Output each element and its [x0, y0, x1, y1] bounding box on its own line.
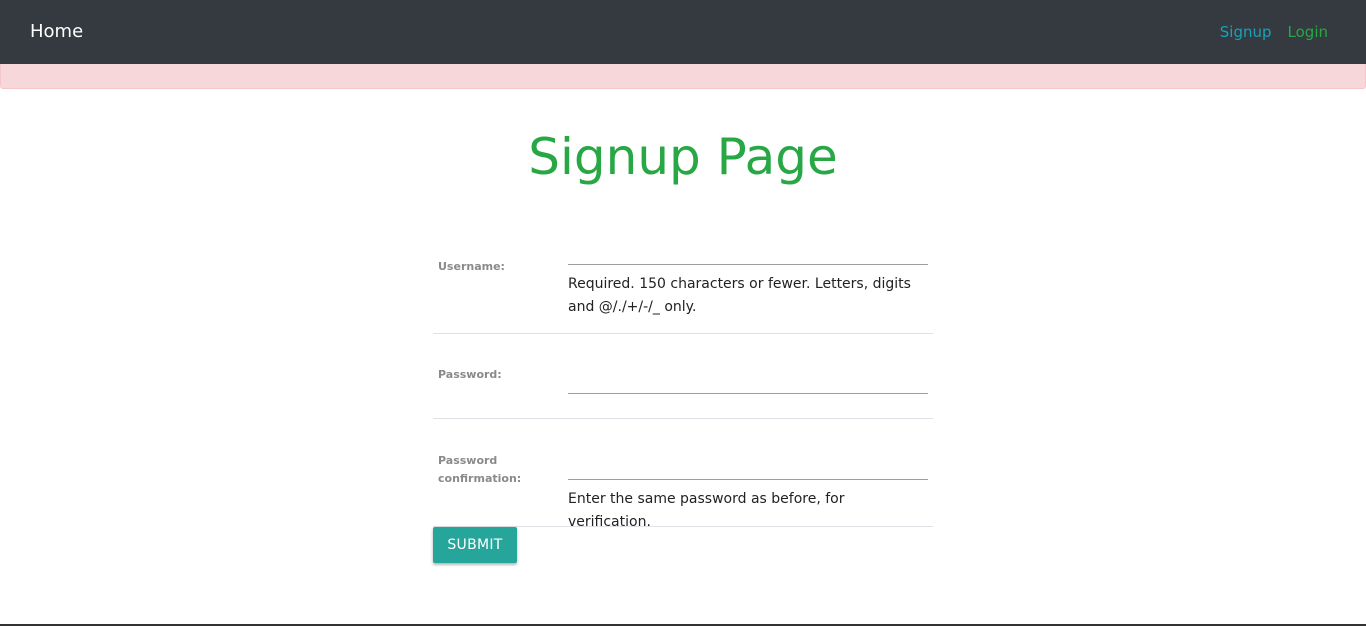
password-confirmation-help-text: Enter the same password as before, for v…	[568, 491, 845, 530]
nav-links: Signup Login	[1220, 22, 1328, 42]
home-link[interactable]: Home	[30, 20, 83, 44]
password-confirmation-input[interactable]	[568, 456, 928, 480]
username-help-text: Required. 150 characters or fewer. Lette…	[568, 276, 911, 315]
password-label: Password:	[438, 368, 502, 381]
page-title: Signup Page	[528, 128, 838, 186]
submit-button[interactable]: SUBMIT	[433, 527, 517, 563]
top-navbar: Home Signup Login	[0, 0, 1366, 64]
username-input[interactable]	[568, 241, 928, 265]
password-confirmation-label: Password confirmation:	[438, 454, 522, 485]
username-label: Username:	[438, 260, 505, 273]
username-row: Username: Required. 150 characters or fe…	[433, 238, 933, 334]
alert-banner	[0, 64, 1366, 89]
password-row: Password:	[433, 334, 933, 419]
signup-link[interactable]: Signup	[1220, 22, 1272, 42]
login-link[interactable]: Login	[1288, 22, 1328, 42]
password-input[interactable]	[568, 370, 928, 394]
password-confirmation-row: Password confirmation: Enter the same pa…	[433, 419, 933, 530]
